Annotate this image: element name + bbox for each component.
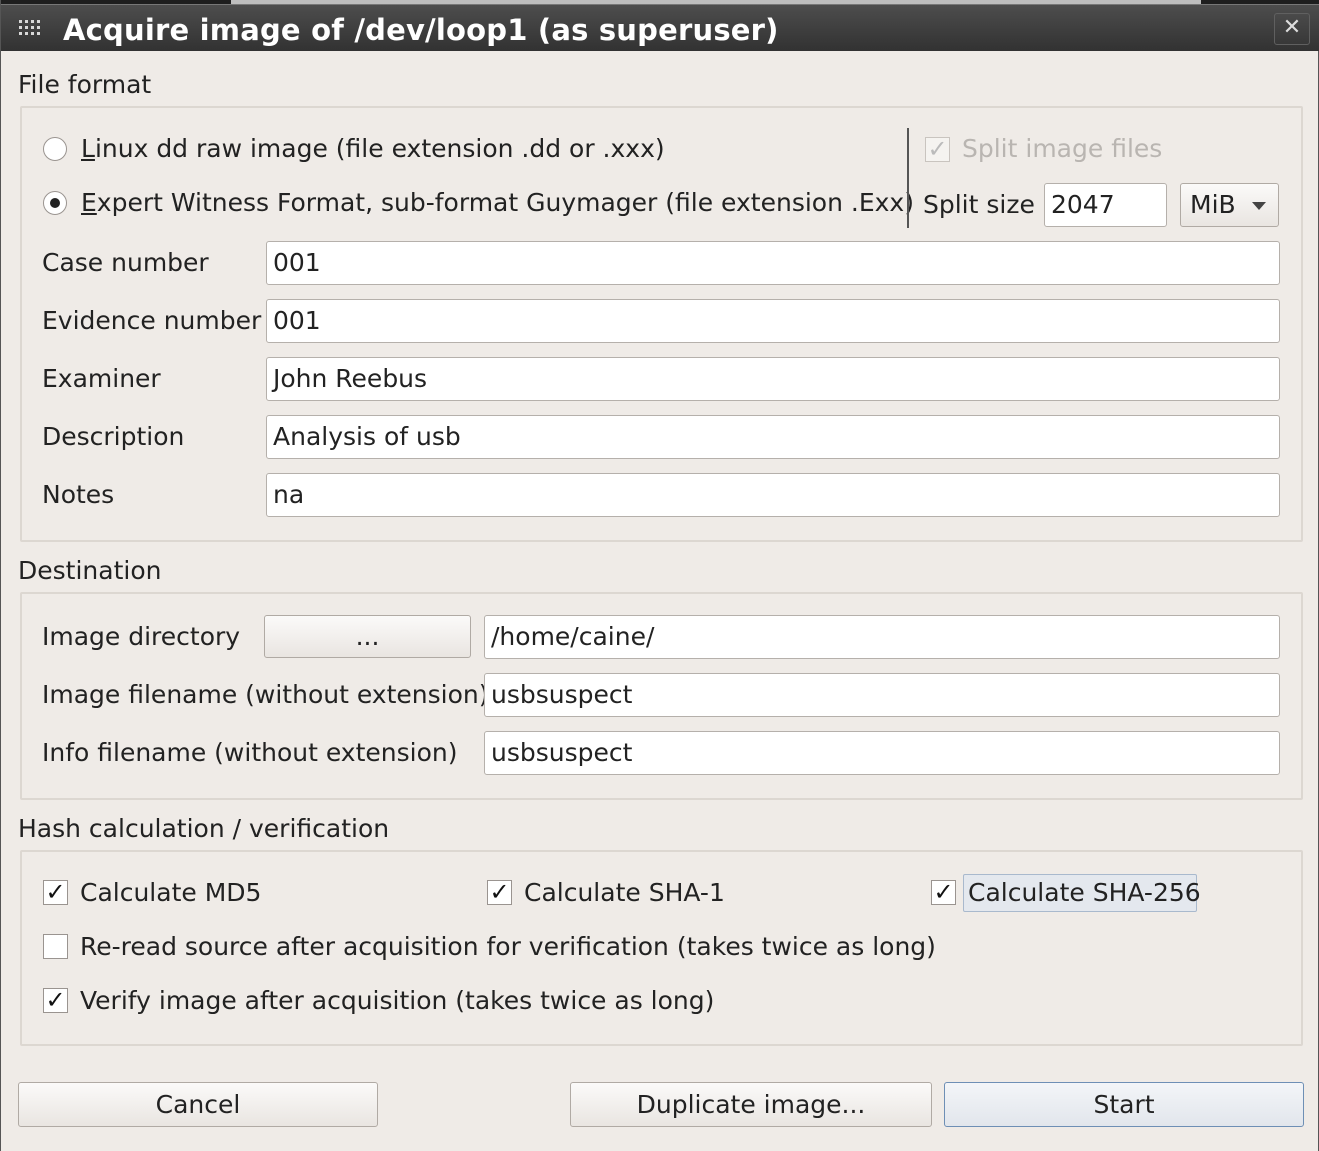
case-number-input[interactable]: 001 xyxy=(266,241,1280,285)
description-input[interactable]: Analysis of usb xyxy=(266,415,1280,459)
notes-label: Notes xyxy=(42,480,115,509)
linux-dd-radio[interactable] xyxy=(43,137,67,161)
acquire-image-dialog: Acquire image of /dev/loop1 (as superuse… xyxy=(0,0,1319,1151)
evidence-number-input[interactable]: 001 xyxy=(266,299,1280,343)
reread-source-checkbox[interactable] xyxy=(43,934,68,959)
split-size-unit-select[interactable]: MiB xyxy=(1180,183,1279,227)
close-icon[interactable]: ✕ xyxy=(1274,13,1310,45)
window-menu-grip-icon[interactable] xyxy=(19,20,41,38)
sha256-checkbox[interactable]: ✓ xyxy=(931,880,956,905)
duplicate-image-button[interactable]: Duplicate image... xyxy=(570,1082,932,1127)
image-directory-input[interactable]: /home/caine/ xyxy=(484,615,1280,659)
title-bar[interactable]: Acquire image of /dev/loop1 (as superuse… xyxy=(1,4,1319,51)
expert-witness-radio[interactable] xyxy=(43,191,67,215)
sha1-label[interactable]: Calculate SHA-1 xyxy=(524,878,725,907)
file-format-section-title: File format xyxy=(18,70,152,99)
destination-section-title: Destination xyxy=(18,556,162,585)
browse-directory-button[interactable]: ... xyxy=(264,615,471,658)
split-image-files-checkbox[interactable]: ✓ xyxy=(925,137,950,162)
evidence-number-label: Evidence number xyxy=(42,306,262,335)
hash-section-title: Hash calculation / verification xyxy=(18,814,390,843)
md5-label[interactable]: Calculate MD5 xyxy=(80,878,261,907)
format-separator xyxy=(907,128,909,228)
linux-dd-label[interactable]: Linux dd raw image (file extension .dd o… xyxy=(81,134,665,163)
cancel-button[interactable]: Cancel xyxy=(18,1082,378,1127)
image-filename-input[interactable]: usbsuspect xyxy=(484,673,1280,717)
split-size-unit-value: MiB xyxy=(1190,190,1236,219)
description-label: Description xyxy=(42,422,185,451)
window-title: Acquire image of /dev/loop1 (as superuse… xyxy=(63,13,779,47)
sha256-label[interactable]: Calculate SHA-256 xyxy=(968,878,1201,907)
verify-image-label[interactable]: Verify image after acquisition (takes tw… xyxy=(80,986,714,1015)
sha1-checkbox[interactable]: ✓ xyxy=(487,880,512,905)
image-directory-label: Image directory xyxy=(42,622,241,651)
notes-input[interactable]: na xyxy=(266,473,1280,517)
case-number-label: Case number xyxy=(42,248,209,277)
image-filename-label: Image filename (without extension) xyxy=(42,680,489,709)
examiner-input[interactable]: John Reebus xyxy=(266,357,1280,401)
split-size-input[interactable]: 2047 xyxy=(1044,183,1167,227)
info-filename-input[interactable]: usbsuspect xyxy=(484,731,1280,775)
split-size-label: Split size xyxy=(923,190,1035,219)
split-image-files-label: Split image files xyxy=(962,134,1163,163)
verify-image-checkbox[interactable]: ✓ xyxy=(43,988,68,1013)
reread-source-label[interactable]: Re-read source after acquisition for ver… xyxy=(80,932,936,961)
expert-witness-label[interactable]: Expert Witness Format, sub-format Guymag… xyxy=(81,188,914,217)
info-filename-label: Info filename (without extension) xyxy=(42,738,458,767)
examiner-label: Examiner xyxy=(42,364,161,393)
chevron-down-icon xyxy=(1252,202,1266,210)
start-button[interactable]: Start xyxy=(944,1082,1304,1127)
md5-checkbox[interactable]: ✓ xyxy=(43,880,68,905)
